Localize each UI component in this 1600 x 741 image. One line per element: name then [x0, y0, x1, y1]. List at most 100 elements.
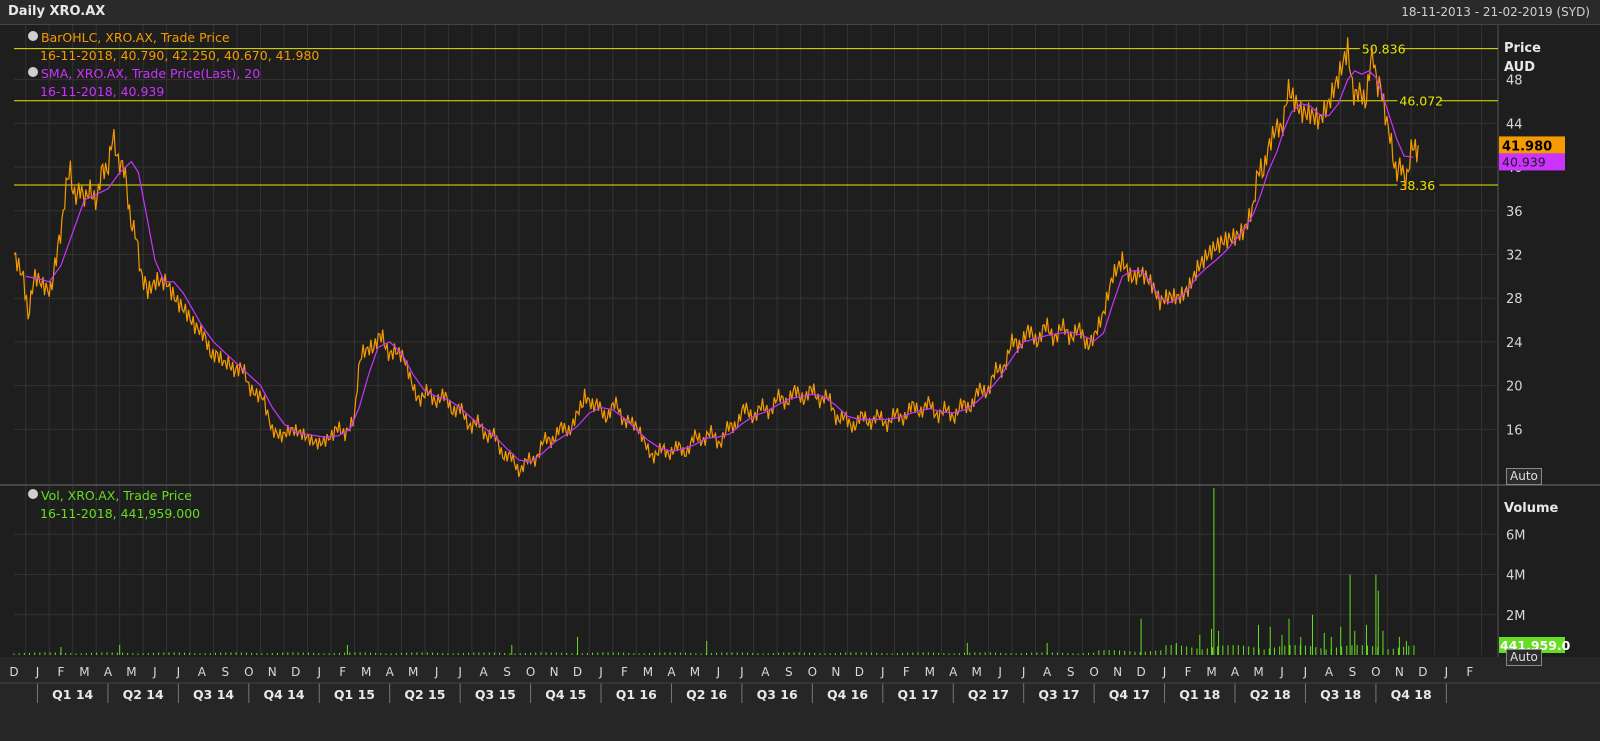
price-tick-label: 32: [1506, 249, 1523, 264]
legend-toggle-icon[interactable]: [28, 31, 38, 41]
month-tick-label: M: [79, 665, 89, 679]
quarter-label: Q1 15: [334, 687, 375, 702]
quarter-label: Q2 15: [404, 687, 445, 702]
month-tick-label: N: [268, 665, 277, 679]
bar-legend-values: 16-11-2018, 40.790, 42.250, 40.670, 41.9…: [40, 48, 320, 63]
month-tick-label: J: [434, 665, 439, 679]
price-tick-label: 20: [1506, 380, 1523, 395]
month-tick-label: O: [1371, 665, 1380, 679]
month-tick-label: O: [244, 665, 253, 679]
quarter-label: Q1 18: [1179, 687, 1220, 702]
month-tick-label: A: [198, 665, 207, 679]
month-tick-label: S: [222, 665, 230, 679]
month-tick-label: D: [855, 665, 864, 679]
month-tick-label: J: [316, 665, 321, 679]
month-tick-label: J: [1279, 665, 1284, 679]
volume-legend-label: Vol, XRO.AX, Trade Price: [41, 488, 192, 503]
month-tick-label: A: [480, 665, 489, 679]
quarter-label: Q3 14: [193, 687, 234, 702]
price-tick-label: 48: [1506, 74, 1523, 89]
month-tick-label: A: [1325, 665, 1334, 679]
quarter-label: Q4 15: [545, 687, 586, 702]
month-tick-label: J: [739, 665, 744, 679]
month-tick-label: F: [58, 665, 65, 679]
quarter-label: Q1 14: [52, 687, 93, 702]
month-tick-label: J: [176, 665, 181, 679]
reference-line-label: 50.836: [1362, 42, 1406, 57]
volume-axis-title: Volume: [1504, 501, 1559, 516]
month-tick-label: F: [339, 665, 346, 679]
chart-title: Daily XRO.AX: [8, 4, 106, 19]
month-tick-label: N: [1395, 665, 1404, 679]
month-tick-label: M: [1206, 665, 1216, 679]
legend-toggle-icon[interactable]: [28, 67, 38, 77]
month-tick-label: A: [949, 665, 958, 679]
quarter-label: Q4 18: [1391, 687, 1432, 702]
volume-tick-label: 6M: [1506, 528, 1526, 543]
bar-legend-label: BarOHLC, XRO.AX, Trade Price: [41, 30, 230, 45]
volume-legend[interactable]: Vol, XRO.AX, Trade Price: [28, 488, 192, 503]
month-tick-label: J: [1021, 665, 1026, 679]
price-tick-label: 28: [1506, 292, 1523, 307]
month-tick-label: S: [785, 665, 793, 679]
volume-tick-label: 4M: [1506, 569, 1526, 584]
month-tick-label: M: [643, 665, 653, 679]
month-tick-label: M: [408, 665, 418, 679]
sma-legend-values: 16-11-2018, 40.939: [40, 84, 165, 99]
quarter-label: Q1 16: [616, 687, 657, 702]
quarter-label: Q2 18: [1250, 687, 1291, 702]
month-tick-label: J: [1444, 665, 1449, 679]
month-tick-label: S: [1349, 665, 1357, 679]
month-tick-label: A: [104, 665, 113, 679]
month-tick-label: J: [35, 665, 40, 679]
month-tick-label: M: [972, 665, 982, 679]
month-tick-label: M: [690, 665, 700, 679]
quarter-label: Q3 16: [757, 687, 798, 702]
price-auto-scale-button[interactable]: Auto: [1506, 468, 1542, 485]
quarter-label: Q4 16: [827, 687, 868, 702]
sma-legend-label: SMA, XRO.AX, Trade Price(Last), 20: [41, 66, 261, 81]
month-tick-label: D: [1136, 665, 1145, 679]
price-axis-unit: AUD: [1504, 60, 1535, 75]
title-bar: Daily XRO.AX 18-11-2013 - 21-02-2019 (SY…: [0, 0, 1600, 25]
month-tick-label: J: [1303, 665, 1308, 679]
month-tick-label: D: [1418, 665, 1427, 679]
month-tick-label: J: [1162, 665, 1167, 679]
date-range: 18-11-2013 - 21-02-2019 (SYD): [1401, 5, 1590, 19]
quarter-label: Q2 16: [686, 687, 727, 702]
quarter-label: Q2 17: [968, 687, 1009, 702]
month-tick-label: M: [1253, 665, 1263, 679]
month-tick-label: N: [550, 665, 559, 679]
month-tick-label: A: [1231, 665, 1240, 679]
month-tick-label: N: [831, 665, 840, 679]
month-tick-label: J: [716, 665, 721, 679]
volume-auto-scale-button[interactable]: Auto: [1506, 649, 1542, 666]
month-tick-label: S: [503, 665, 511, 679]
month-tick-label: M: [925, 665, 935, 679]
volume-panel: [0, 486, 1600, 656]
volume-legend-values: 16-11-2018, 441,959.000: [40, 506, 201, 521]
quarter-label: Q3 15: [475, 687, 516, 702]
month-tick-label: J: [152, 665, 157, 679]
month-tick-label: J: [598, 665, 603, 679]
month-tick-label: N: [1113, 665, 1122, 679]
last-price-value: 41.980: [1502, 139, 1552, 154]
quarter-label: Q4 14: [263, 687, 304, 702]
bar-legend[interactable]: BarOHLC, XRO.AX, Trade Price: [28, 30, 230, 45]
month-tick-label: O: [526, 665, 535, 679]
month-tick-label: S: [1067, 665, 1075, 679]
quarter-label: Q2 14: [123, 687, 164, 702]
quarter-label: Q4 17: [1109, 687, 1150, 702]
month-tick-label: J: [997, 665, 1002, 679]
price-volume-chart[interactable]: DJFMAMJJASONDJFMAMJJASONDJFMAMJJASONDJFM…: [0, 0, 1600, 741]
legend-toggle-icon[interactable]: [28, 489, 38, 499]
month-tick-label: O: [1089, 665, 1098, 679]
month-tick-label: A: [386, 665, 395, 679]
sma-legend[interactable]: SMA, XRO.AX, Trade Price(Last), 20: [28, 66, 260, 81]
month-tick-label: F: [903, 665, 910, 679]
month-tick-label: D: [291, 665, 300, 679]
month-tick-label: F: [1466, 665, 1473, 679]
month-tick-label: F: [621, 665, 628, 679]
quarter-label: Q3 18: [1320, 687, 1361, 702]
month-tick-label: D: [9, 665, 18, 679]
